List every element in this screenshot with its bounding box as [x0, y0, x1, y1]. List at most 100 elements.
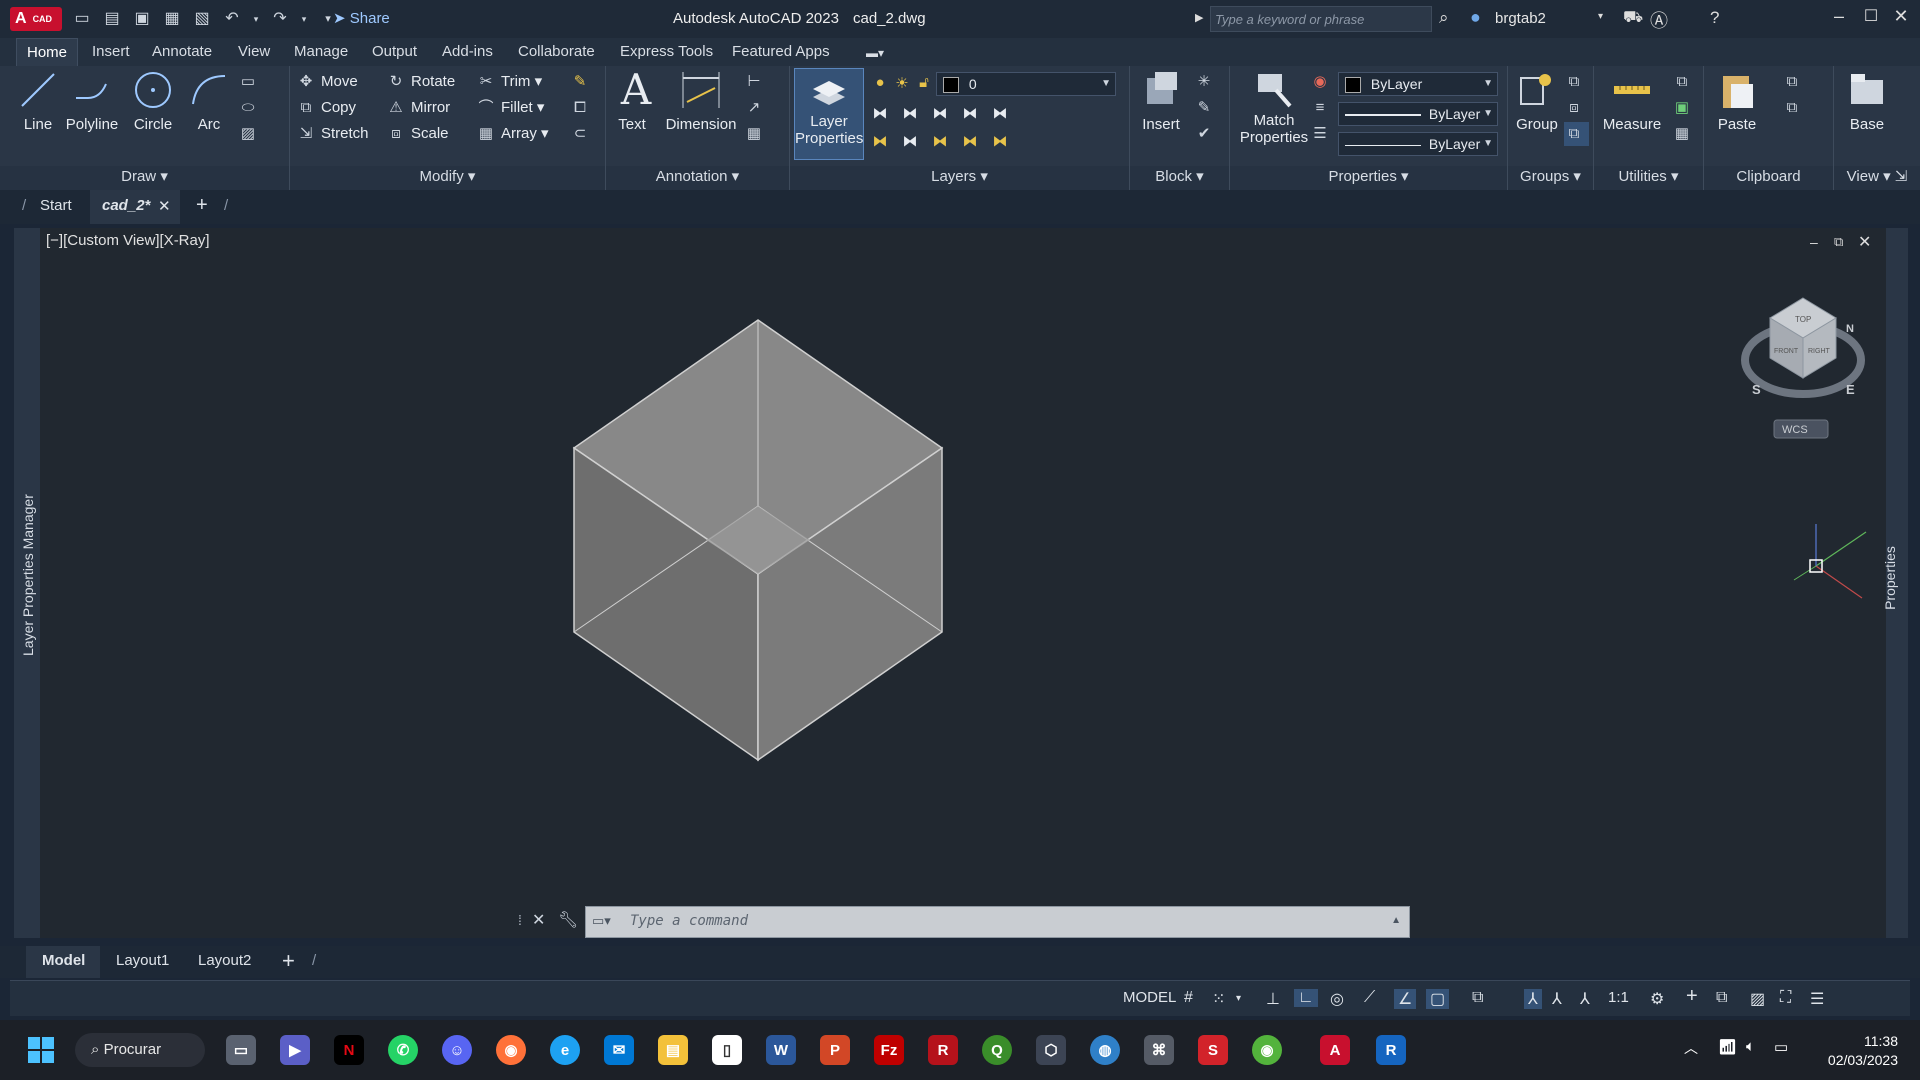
ellipse-icon[interactable]: ⬭ [238, 96, 263, 120]
redo-dropdown-icon[interactable]: ▾ [300, 9, 308, 29]
layer-properties-button[interactable]: Layer Properties [794, 68, 864, 160]
save-as-icon[interactable]: ▦ [162, 9, 182, 29]
move-button[interactable]: ✥ Move [296, 70, 358, 94]
ortho-icon[interactable]: ∟ [1294, 989, 1318, 1007]
layer-tool-2-icon[interactable]: ⧓ [900, 104, 920, 124]
cut-icon[interactable]: ⧉ [1782, 70, 1807, 94]
minimize-icon[interactable]: – [1824, 6, 1854, 30]
firefox-icon[interactable]: ◉ [496, 1035, 526, 1065]
edit-block-icon[interactable]: ✎ [1194, 96, 1219, 120]
discord-icon[interactable]: ☺ [442, 1035, 472, 1065]
redo-icon[interactable]: ↷ [270, 9, 290, 29]
layer-tool-8-icon[interactable]: ⧓ [930, 132, 950, 152]
viewport-controls-label[interactable]: [−][Custom View][X-Ray] [46, 232, 210, 249]
utilities-panel-label[interactable]: Utilities ▾ [1594, 166, 1703, 190]
view-panel-label[interactable]: View ▾ ⇲ [1834, 166, 1920, 190]
netflix-icon[interactable]: N [334, 1035, 364, 1065]
draw-panel-label[interactable]: Draw ▾ [0, 166, 289, 190]
wifi-icon[interactable]: 📶︎ [1718, 1038, 1737, 1056]
units-icon[interactable]: ⧉ [1716, 989, 1727, 1007]
task-view-icon[interactable]: ▭ [226, 1035, 256, 1065]
infer-constraints-icon[interactable]: ⊥ [1266, 989, 1280, 1009]
stretch-button[interactable]: ⇲ Stretch [296, 122, 369, 146]
help-icon[interactable]: ? [1710, 8, 1719, 28]
layout1-tab[interactable]: Layout1 [116, 952, 169, 969]
notepad-icon[interactable]: ▯ [712, 1035, 742, 1065]
layer-lock-icon[interactable]: 🔓︎ [914, 74, 934, 94]
trim-button[interactable]: ✂ Trim ▾ [476, 70, 542, 94]
linetype-icon[interactable]: ≡ [1310, 96, 1335, 120]
app-menu-button[interactable]: A CAD [10, 7, 62, 31]
command-line[interactable]: ▭▾ Type a command ▲ [585, 906, 1410, 938]
mail-icon[interactable]: ✉ [604, 1035, 634, 1065]
modify-panel-label[interactable]: Modify ▾ [290, 166, 605, 190]
command-customize-icon[interactable]: 🔧︎ [558, 910, 578, 930]
isodraft-icon[interactable]: ⟋ [1364, 989, 1375, 1007]
annotation-scale-value[interactable]: 1:1 [1608, 989, 1629, 1006]
snap-dropdown-icon[interactable]: ▾ [1236, 993, 1241, 1004]
close-tab-icon[interactable]: ✕ [158, 197, 171, 215]
clipboard-panel-label[interactable]: Clipboard [1704, 166, 1833, 190]
text-button[interactable]: A Text [614, 68, 651, 134]
teams-icon[interactable]: ▶ [280, 1035, 310, 1065]
drawing-canvas[interactable]: TOP FRONT RIGHT S E N WCS [40, 228, 1886, 938]
cube-app-icon[interactable]: ⬡ [1036, 1035, 1066, 1065]
command-grip-icon[interactable]: ⁞ [518, 912, 522, 928]
tab-annotate[interactable]: Annotate [152, 43, 212, 60]
undo-dropdown-icon[interactable]: ▾ [252, 9, 260, 29]
copy-button[interactable]: ⧉ Copy [296, 96, 356, 120]
copy-clip-icon[interactable]: ⧉ [1782, 96, 1807, 120]
user-icon[interactable]: ● [1470, 7, 1481, 28]
color-wheel-icon[interactable]: ◉ [1310, 70, 1335, 94]
share-button[interactable]: ➤ Share [333, 9, 390, 27]
command-input[interactable]: Type a command [630, 913, 748, 929]
layers-panel-label[interactable]: Layers ▾ [790, 166, 1129, 190]
word-icon[interactable]: W [766, 1035, 796, 1065]
new-tab-icon[interactable]: + [196, 194, 208, 217]
layout2-tab[interactable]: Layout2 [198, 952, 251, 969]
layer-tool-10-icon[interactable]: ⧓ [990, 132, 1010, 152]
revit-viewer-icon[interactable]: R [1376, 1035, 1406, 1065]
layer-tool-9-icon[interactable]: ⧓ [960, 132, 980, 152]
powerpoint-icon[interactable]: P [820, 1035, 850, 1065]
paste-button[interactable]: Paste [1712, 68, 1762, 133]
arc-button[interactable]: Arc [186, 68, 232, 133]
block-panel-label[interactable]: Block ▾ [1130, 166, 1229, 190]
auto-scale-icon[interactable]: ⅄ [1552, 989, 1562, 1009]
workspace-annotation-icon[interactable]: ⅄ [1580, 989, 1590, 1009]
group-selection-icon[interactable]: ⧉ [1564, 122, 1589, 146]
tab-insert[interactable]: Insert [92, 43, 130, 60]
command-history-icon[interactable]: ▭▾ [592, 913, 611, 929]
tab-output[interactable]: Output [372, 43, 417, 60]
layer-tool-5-icon[interactable]: ⧓ [990, 104, 1010, 124]
object-snap-tracking-icon[interactable]: ∠ [1394, 989, 1417, 1009]
quick-select-icon[interactable]: ⧉ [1672, 70, 1697, 94]
lineweight-icon[interactable]: ☰ [1310, 122, 1335, 146]
circle-button[interactable]: Circle [130, 68, 176, 133]
color-dropdown[interactable]: ByLayer ▼ [1338, 72, 1498, 96]
edge-icon[interactable]: e [550, 1035, 580, 1065]
line-button[interactable]: Line [14, 68, 62, 133]
insert-button[interactable]: Insert [1136, 68, 1186, 133]
layer-freeze-icon[interactable]: ☀ [892, 74, 912, 94]
annotation-scale-icon[interactable]: ⅄ [1524, 989, 1542, 1009]
start-tab[interactable]: Start [40, 197, 72, 214]
viewport-restore-icon[interactable]: ⧉ [1834, 234, 1843, 250]
layer-tool-3-icon[interactable]: ⧓ [930, 104, 950, 124]
layer-dropdown[interactable]: 0 ▼ [936, 72, 1116, 96]
tab-express-tools[interactable]: Express Tools [620, 43, 713, 60]
volume-icon[interactable]: 🔈︎ [1746, 1038, 1755, 1055]
whatsapp-icon[interactable]: ✆ [388, 1035, 418, 1065]
customize-status-icon[interactable]: ☰ [1810, 989, 1824, 1009]
hatch-icon[interactable]: ▨ [238, 122, 263, 146]
base-view-button[interactable]: Base [1842, 68, 1892, 133]
block-attributes-icon[interactable]: ✔ [1194, 122, 1219, 146]
viewport-close-icon[interactable]: ✕ [1858, 232, 1871, 252]
object-snap-icon[interactable]: ▢ [1426, 989, 1450, 1009]
system-clock[interactable]: 11:38 02/03/2023 [1828, 1032, 1898, 1070]
command-close-icon[interactable]: ✕ [532, 910, 545, 930]
viewport-minimize-icon[interactable]: – [1810, 234, 1818, 250]
leader-icon[interactable]: ↗ [744, 96, 769, 120]
undo-icon[interactable]: ↶ [222, 9, 242, 29]
autodesk-a-icon[interactable]: Ⓐ [1650, 7, 1668, 33]
